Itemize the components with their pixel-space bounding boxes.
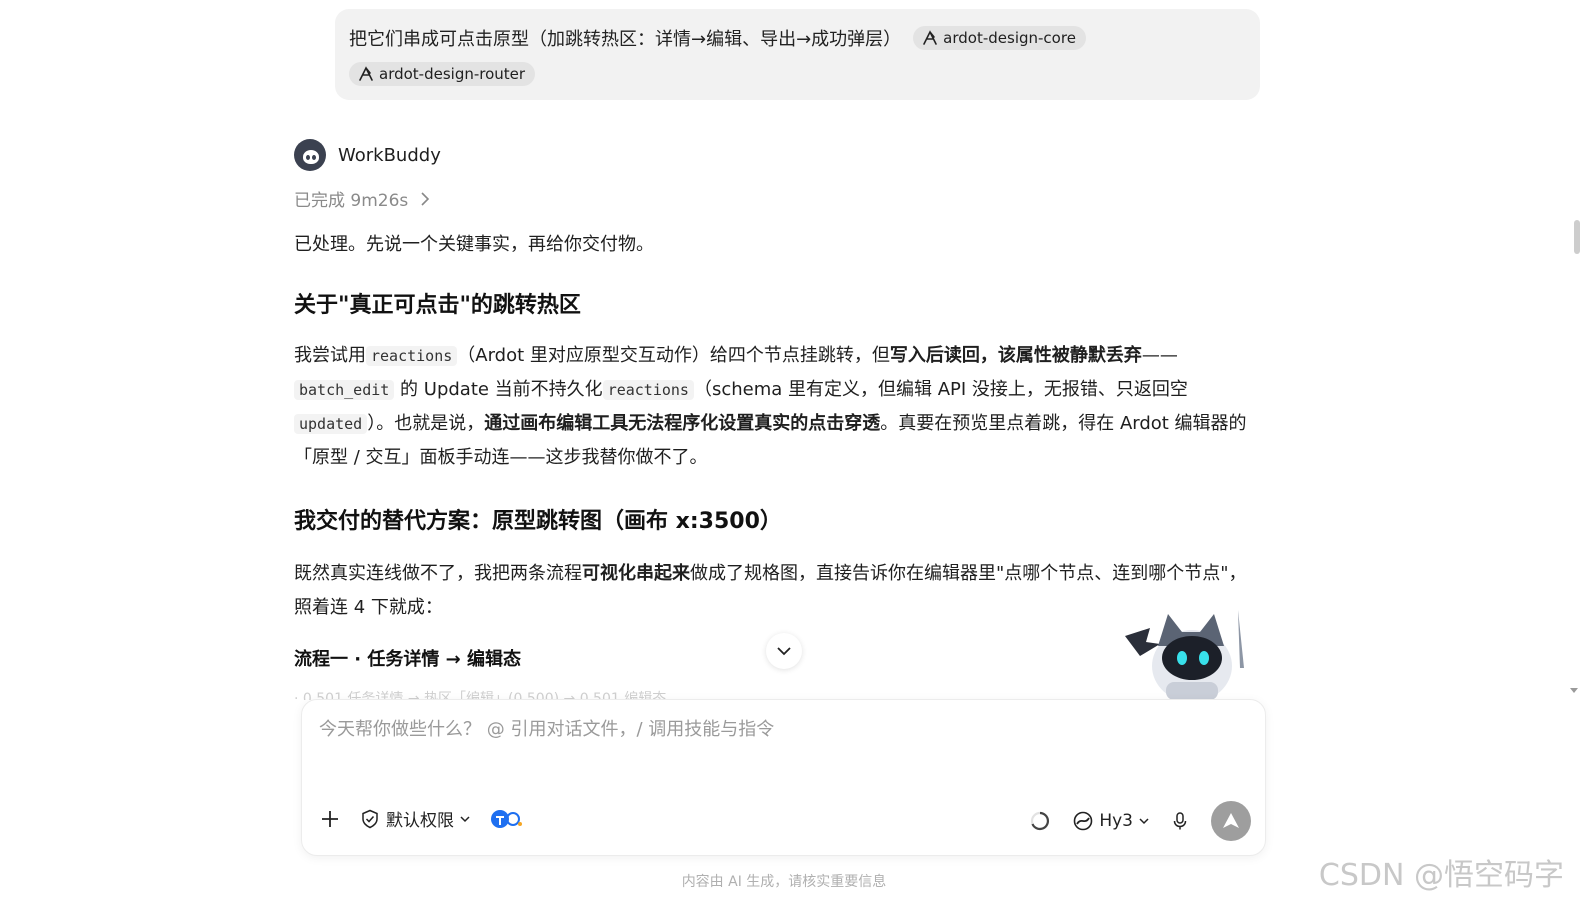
intro-paragraph: 已处理。先说一个关键事实，再给你交付物。 <box>294 234 654 255</box>
model-label: Hy3 <box>1099 811 1133 831</box>
skills-button[interactable] <box>490 808 524 830</box>
model-logo-icon <box>1074 811 1093 831</box>
chevron-down-icon <box>1139 818 1149 825</box>
paragraph-reactions: 我尝试用 reactions （Ardot 里对应原型交互动作）给四个节点挂跳转，但… <box>294 345 1247 468</box>
status-text: 已完成 9m26s <box>294 191 409 211</box>
inline-code: reactions <box>366 346 458 366</box>
microphone-icon <box>1173 812 1187 830</box>
model-selector[interactable]: Hy3 <box>1073 811 1149 831</box>
skills-logo-icon <box>491 809 522 828</box>
user-message-text: 把它们串成可点击原型（加跳转热区：详情→编辑、导出→成功弹层） <box>349 28 902 50</box>
skill-icon <box>923 29 937 45</box>
user-message-bubble: 把它们串成可点击原型（加跳转热区：详情→编辑、导出→成功弹层） ardot-de… <box>335 9 1260 100</box>
scroll-to-bottom-button[interactable] <box>766 633 802 669</box>
chevron-down-icon <box>777 647 791 656</box>
paragraph-alternative: 既然真实连线做不了，我把两条流程可视化串起来做成了规格图，直接告诉你在编辑器里"… <box>294 563 1247 618</box>
inline-code: reactions <box>602 380 694 400</box>
assistant-name: WorkBuddy <box>338 144 441 166</box>
mascot-illustration <box>1125 610 1244 700</box>
scrollbar-thumb[interactable] <box>1574 220 1580 254</box>
assistant-reply: 已处理。先说一个关键事实，再给你交付物。 关于"真正可点击"的跳转热区 我尝试用… <box>294 228 1254 671</box>
permission-dropdown[interactable]: 默认权限 <box>360 806 470 831</box>
skill-chip-router[interactable]: ardot-design-router <box>349 61 536 86</box>
heading-alternative: 我交付的替代方案：原型跳转图（画布 x:3500） <box>294 509 782 534</box>
send-button[interactable] <box>1211 801 1251 841</box>
skill-chip-core[interactable]: ardot-design-core <box>913 25 1086 50</box>
add-attachment-button[interactable] <box>320 809 340 829</box>
composer-toolbar-right: Hy3 <box>1029 801 1251 841</box>
shield-check-icon <box>362 809 378 828</box>
inline-code: batch_edit <box>294 380 395 400</box>
completion-status[interactable]: 已完成 9m26s <box>294 186 430 211</box>
watermark: CSDN @悟空码字 <box>1318 858 1564 893</box>
heading-hotspot: 关于"真正可点击"的跳转热区 <box>294 293 581 318</box>
assistant-header: WorkBuddy <box>294 139 441 171</box>
send-arrow-icon <box>1223 813 1239 828</box>
loading-ring-icon <box>1031 811 1050 831</box>
microphone-button[interactable] <box>1171 811 1189 831</box>
context-usage-indicator[interactable] <box>1029 810 1051 832</box>
chevron-right-icon <box>421 191 430 206</box>
skill-chip-label: ardot-design-core <box>943 28 1076 47</box>
plus-icon <box>322 810 338 827</box>
scrollbar-down-arrow[interactable] <box>1570 688 1578 693</box>
chevron-down-icon <box>460 815 470 822</box>
skill-chip-label: ardot-design-router <box>379 64 526 83</box>
chat-composer: 默认权限 Hy3 <box>301 699 1266 856</box>
inline-code: updated <box>294 414 368 434</box>
composer-toolbar-left: 默认权限 <box>320 806 524 831</box>
permission-label: 默认权限 <box>386 811 454 831</box>
prompt-input[interactable] <box>317 718 1221 741</box>
avatar <box>294 139 326 171</box>
skill-icon <box>359 65 373 81</box>
